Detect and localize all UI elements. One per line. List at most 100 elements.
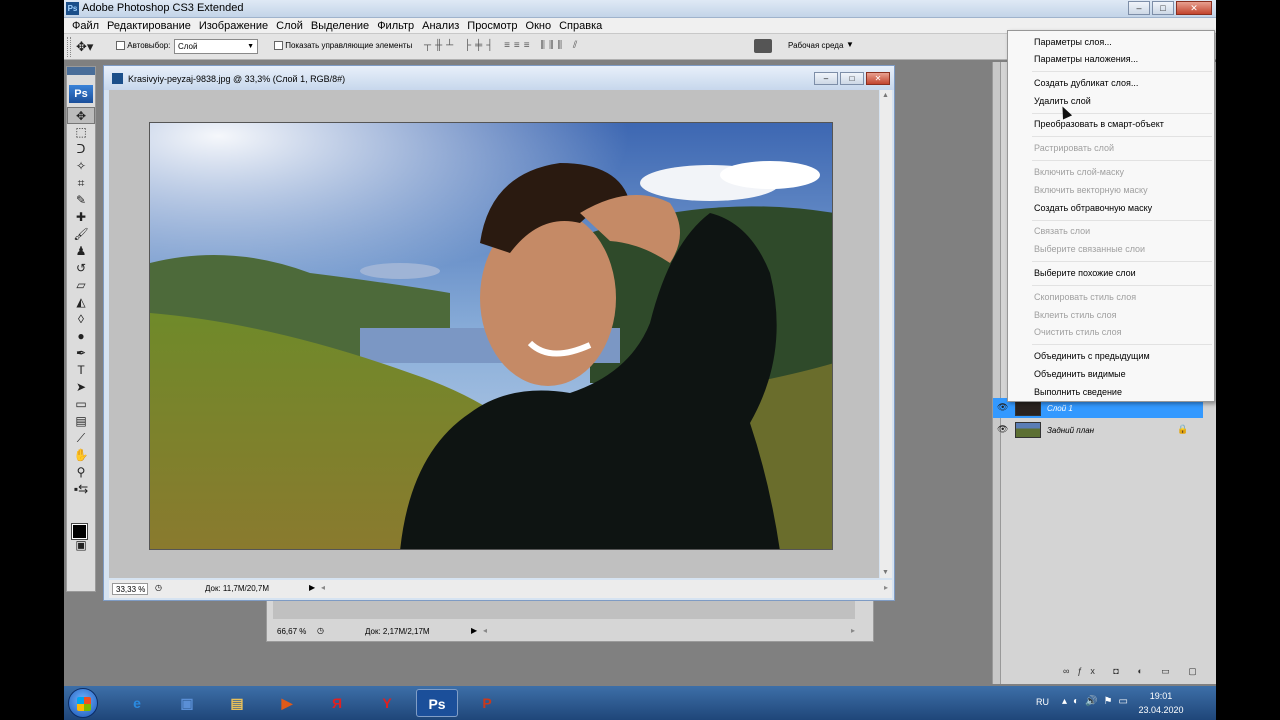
status-arrow-icon[interactable]: ▶ [471,626,477,635]
clock-time[interactable]: 19:01 [1134,691,1188,701]
pen-tool-icon[interactable]: ✒ [67,345,95,362]
close-button[interactable]: ✕ [1176,1,1212,15]
eraser-tool-icon[interactable]: ▱ [67,277,95,294]
status-menu-icon[interactable]: ◷ [155,583,162,592]
healing-brush-tool-icon[interactable]: ✚ [67,209,95,226]
canvas-image[interactable] [149,122,833,550]
status-menu-icon[interactable]: ◷ [317,626,324,635]
scroll-left-icon[interactable]: ◂ [321,583,325,592]
menu-item-flatten-image[interactable]: Выполнить сведение [1034,387,1122,397]
workspace-icon[interactable] [754,39,772,53]
lasso-tool-icon[interactable]: ᑐ [67,141,95,158]
brush-tool-icon[interactable]: 🖌 [67,226,95,243]
move-tool-icon[interactable]: ✥▾ [76,39,93,55]
menu-item-blending-options[interactable]: Параметры наложения... [1034,54,1138,64]
vertical-scrollbar[interactable]: ▲ ▼ [880,90,892,578]
minimize-button[interactable]: – [1128,1,1150,15]
chevron-down-icon[interactable]: ▼ [846,40,854,49]
menu-item-merge-visible[interactable]: Объединить видимые [1034,369,1126,379]
marquee-tool-icon[interactable]: ⬚ [67,124,95,141]
menu-image[interactable]: Изображение [195,20,272,32]
foreground-color-swatch[interactable] [71,523,88,540]
menu-item-layer-properties[interactable]: Параметры слоя... [1034,37,1112,47]
photoshop-logo[interactable]: Ps [69,85,93,103]
document-window[interactable]: Krasivyiy-peyzaj-9838.jpg @ 33,3% (Слой … [103,65,895,601]
eye-icon[interactable]: 👁 [997,424,1008,435]
autoselect-option[interactable]: Автовыбор: [116,41,170,51]
clock-date[interactable]: 23.04.2020 [1130,705,1192,715]
yandex-icon[interactable]: Я [316,689,358,717]
scroll-left-icon[interactable]: ◂ [483,626,487,635]
internet-explorer-icon[interactable]: e [116,689,158,717]
workspace-label[interactable]: Рабочая среда [788,41,843,50]
notes-tool-icon[interactable]: ▤ [67,413,95,430]
menu-item-duplicate-layer[interactable]: Создать дубликат слоя... [1034,78,1138,88]
align-distribute-icons[interactable]: ┬╫┴ ├╪┤ ≡≡≡ ⫼⫼⫼ ⫽ [424,40,581,51]
paint-bucket-tool-icon[interactable]: ◭ [67,294,95,311]
shape-tool-icon[interactable]: ▭ [67,396,95,413]
document-close-button[interactable]: ✕ [866,72,890,85]
start-button[interactable] [68,688,98,718]
blur-tool-icon[interactable]: ◊ [67,311,95,328]
menu-item-create-clipping-mask[interactable]: Создать обтравочную маску [1034,203,1152,213]
menu-item-convert-smart-object[interactable]: Преобразовать в смарт-объект [1034,119,1164,129]
document-maximize-button[interactable]: □ [840,72,864,85]
menu-item-merge-down[interactable]: Объединить с предыдущим [1034,351,1150,361]
clone-stamp-tool-icon[interactable]: ♟ [67,243,95,260]
scroll-up-icon[interactable]: ▲ [882,92,889,99]
crop-tool-icon[interactable]: ⌗ [67,175,95,192]
scroll-right-icon[interactable]: ▸ [851,626,855,635]
powerpoint-icon[interactable]: P [466,689,508,717]
background-document-window[interactable]: 66,67 % ◷ Док: 2,17M/2,17M ▶ ◂ ▸ [266,596,874,642]
canvas-area[interactable] [109,90,879,578]
language-indicator[interactable]: RU [1036,697,1049,707]
eye-icon[interactable]: 👁 [997,402,1008,413]
default-colors-icon[interactable]: ▪⇆ [67,481,95,498]
menu-analysis[interactable]: Анализ [418,20,463,32]
maximize-button[interactable]: □ [1152,1,1174,15]
path-selection-tool-icon[interactable]: ➤ [67,379,95,396]
layers-panel-footer-icons[interactable]: ∞ƒx ◘ ◐ ▭ ▢ 🗑 [1063,666,1216,677]
menu-file[interactable]: Файл [68,20,103,32]
menu-layer[interactable]: Слой [272,20,307,32]
scroll-right-icon[interactable]: ▸ [884,583,888,592]
menu-help[interactable]: Справка [555,20,606,32]
history-brush-tool-icon[interactable]: ↺ [67,260,95,277]
move-tool-icon[interactable]: ✥ [67,107,95,124]
yandex-browser-icon[interactable]: Y [366,689,408,717]
options-bar-grip[interactable] [67,37,71,57]
eyedropper-tool-icon[interactable]: ⟋ [67,430,95,447]
slice-tool-icon[interactable]: ✎ [67,192,95,209]
document-title-bar[interactable]: Krasivyiy-peyzaj-9838.jpg @ 33,3% (Слой … [104,66,894,90]
layer-row-background[interactable]: 👁 Задний план 🔒 [993,420,1203,440]
menu-edit[interactable]: Редактирование [103,20,195,32]
folder-icon[interactable]: ▤ [216,689,258,717]
menu-view[interactable]: Просмотр [463,20,521,32]
menu-select[interactable]: Выделение [307,20,373,32]
computer-icon[interactable]: ▣ [166,689,208,717]
hand-tool-icon[interactable]: ✋ [67,447,95,464]
autoselect-dropdown[interactable]: Слой ▼ [174,39,258,54]
zoom-field[interactable]: 33,33 % [112,583,148,595]
status-arrow-icon[interactable]: ▶ [309,583,315,592]
panel-dock-strip[interactable] [993,62,1001,684]
show-controls-option[interactable]: Показать управляющие элементы [274,41,412,51]
tray-icons[interactable]: ▴◐🔊⚑▭ [1062,696,1134,707]
type-tool-icon[interactable]: T [67,362,95,379]
show-controls-checkbox[interactable] [274,41,283,51]
magic-wand-tool-icon[interactable]: ✧ [67,158,95,175]
toolbox-header[interactable] [67,67,95,75]
document-minimize-button[interactable]: – [814,72,838,85]
zoom-tool-icon[interactable]: ⚲ [67,464,95,481]
media-player-icon[interactable]: ▶ [266,689,308,717]
autoselect-checkbox[interactable] [116,41,125,51]
photoshop-icon[interactable]: Ps [416,689,458,717]
background-zoom-value[interactable]: 66,67 % [277,627,306,636]
menu-item-delete-layer[interactable]: Удалить слой [1034,96,1091,106]
menu-filter[interactable]: Фильтр [373,20,418,32]
scroll-down-icon[interactable]: ▼ [882,569,889,576]
dodge-tool-icon[interactable]: ● [67,328,95,345]
menu-item-select-similar-layers[interactable]: Выберите похожие слои [1034,268,1136,278]
menu-window[interactable]: Окно [522,20,556,32]
screen-mode-icon[interactable]: ▣ [67,537,95,554]
